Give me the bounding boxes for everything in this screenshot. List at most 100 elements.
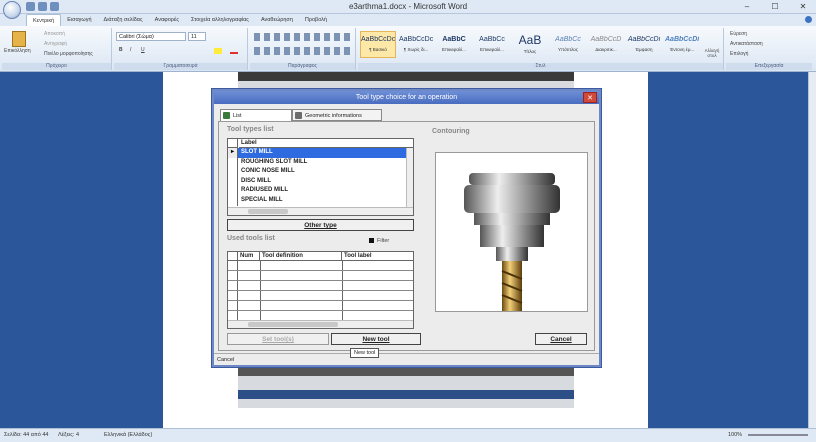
group-label: Παράγραφος [250, 63, 355, 70]
bold-button[interactable]: B [119, 47, 123, 53]
embedded-strip [238, 72, 574, 81]
tab-list[interactable]: List [220, 109, 292, 121]
style-sample: AaB [518, 33, 542, 47]
tool-definition-header: Tool definition [260, 252, 342, 261]
holder-flange [464, 185, 560, 213]
style-title[interactable]: AaB Τίτλος [512, 31, 548, 58]
filter-checkbox[interactable] [369, 238, 374, 243]
cell-divider [342, 261, 343, 270]
window-title: e3arthma1.docx - Microsoft Word [348, 2, 468, 11]
copy-button[interactable]: Αντιγραφή [44, 41, 67, 47]
style-normal[interactable]: AaBbCcDc ¶ Βασικό [360, 31, 396, 58]
tab-insert[interactable]: Εισαγωγή [61, 14, 97, 26]
tab-mailings[interactable]: Στοιχεία αλληλογραφίας [185, 14, 255, 26]
style-name: Επικεφαλί... [442, 47, 466, 52]
style-sample: AaBbCcD [590, 36, 622, 43]
scroll-thumb[interactable] [248, 209, 288, 214]
used-tool-row[interactable] [228, 261, 413, 271]
list-buttons[interactable] [254, 33, 350, 41]
style-intense-emphasis[interactable]: AaBbCcDi Έντονη έμ... [664, 31, 700, 58]
word-count[interactable]: Λέξεις: 4 [58, 432, 79, 438]
font-name-select[interactable]: Calibri (Σώμα) [116, 32, 186, 41]
dialog-status-bar: Cancel [214, 353, 599, 365]
tool-types-vscroll[interactable] [406, 148, 413, 207]
paste-icon[interactable] [12, 31, 26, 47]
tool-type-row[interactable]: RADIUSED MILL [228, 186, 406, 196]
font-color-icon[interactable] [230, 48, 238, 54]
tab-home[interactable]: Κεντρική [26, 14, 62, 26]
tab-review[interactable]: Αναθεώρηση [255, 14, 299, 26]
row-marker: ▸ [228, 148, 238, 158]
format-painter-button[interactable]: Πινέλο μορφοποίησης [44, 51, 93, 57]
style-subtle-emphasis[interactable]: AaBbCcD Διακριτικ... [588, 31, 624, 58]
tool-type-dialog: Tool type choice for an operation ✕ List… [212, 89, 601, 367]
style-sample: AaBbC [442, 36, 466, 43]
row-marker [228, 261, 238, 270]
italic-button[interactable]: I [130, 47, 131, 53]
help-icon[interactable] [805, 16, 812, 23]
preview-title: Contouring [432, 128, 470, 135]
ribbon: Επικόλληση Αποκοπή Αντιγραφή Πινέλο μορφ… [0, 26, 816, 72]
select-button[interactable]: Επιλογή [730, 51, 748, 57]
minimize-button[interactable]: – [738, 1, 756, 12]
zoom-slider[interactable] [748, 434, 808, 436]
tool-type-row[interactable]: SPECIAL MILL [228, 196, 406, 206]
style-heading-1[interactable]: AaBbC Επικεφαλί... [436, 31, 472, 58]
style-subtitle[interactable]: AaBbCc Υπότιτλος [550, 31, 586, 58]
cut-button[interactable]: Αποκοπή [44, 31, 65, 37]
cell-divider [260, 261, 261, 270]
other-type-button[interactable]: Other type [227, 219, 414, 231]
page-count[interactable]: Σελίδα: 44 από 44 [4, 432, 48, 438]
tool-type-row[interactable]: CONIC NOSE MILL [228, 167, 406, 177]
language[interactable]: Ελληνικά (Ελλάδος) [104, 432, 152, 438]
paste-button[interactable]: Επικόλληση [4, 48, 31, 54]
zoom-level[interactable]: 100% [728, 432, 742, 438]
font-size-select[interactable]: 11 [188, 32, 206, 41]
close-button[interactable]: ✕ [794, 1, 812, 12]
highlight-icon[interactable] [214, 48, 222, 54]
underline-button[interactable]: U [141, 47, 145, 53]
style-name: ¶ Βασικό [369, 47, 387, 52]
tab-page-layout[interactable]: Διάταξη σελίδας [98, 14, 149, 26]
group-label: Πρόχειρο [2, 63, 111, 70]
tool-type-row[interactable]: DISC MILL [228, 176, 406, 187]
tool-type-row[interactable]: ROUGHING SLOT MILL [228, 157, 406, 168]
cell-divider [260, 311, 261, 320]
used-tool-row[interactable] [228, 271, 413, 281]
replace-button[interactable]: Αντικατάσταση [730, 41, 763, 47]
used-tool-row[interactable] [228, 281, 413, 291]
tool-type-label: SPECIAL MILL [241, 197, 283, 203]
tab-geometric-informations[interactable]: Geometric informations [292, 109, 382, 121]
style-name: Έντονη έμ... [669, 47, 695, 52]
style-sample: AaBbCcDc [361, 36, 395, 43]
used-tools-hscroll[interactable] [228, 320, 413, 328]
row-marker [228, 271, 238, 280]
vertical-scrollbar[interactable] [808, 72, 816, 428]
style-heading-2[interactable]: AaBbCc Επικεφαλί... [474, 31, 510, 58]
tab-references[interactable]: Αναφορές [149, 14, 185, 26]
style-sample: AaBbCcDi [665, 36, 699, 43]
change-styles-button[interactable]: Αλλαγή στυλ [701, 48, 723, 58]
maximize-button[interactable]: ☐ [766, 1, 784, 12]
tool-types-hscroll[interactable] [228, 207, 413, 215]
used-tool-row[interactable] [228, 291, 413, 301]
style-name: Έμφαση [635, 47, 653, 52]
style-no-spacing[interactable]: AaBbCcDc ¶ Χωρίς δι... [398, 31, 434, 58]
tool-type-label: CONIC NOSE MILL [241, 168, 295, 175]
office-button[interactable] [3, 1, 21, 19]
cancel-button[interactable]: Cancel [535, 333, 587, 345]
tool-type-row[interactable]: ▸ SLOT MILL [228, 148, 406, 158]
dialog-close-button[interactable]: ✕ [583, 92, 597, 103]
find-button[interactable]: Εύρεση [730, 31, 747, 37]
tool-type-label: SLOT MILL [241, 149, 273, 155]
set-tools-button[interactable]: Set tool(s) [227, 333, 329, 345]
used-tools-title: Used tools list [227, 235, 275, 242]
tab-view[interactable]: Προβολή [299, 14, 333, 26]
style-emphasis[interactable]: AaBbCcDi Έμφαση [626, 31, 662, 58]
align-buttons[interactable] [254, 47, 350, 55]
used-tool-row[interactable] [228, 301, 413, 311]
row-marker [228, 291, 238, 300]
scroll-thumb[interactable] [248, 322, 338, 327]
tool-illustration [464, 173, 560, 311]
new-tool-button[interactable]: New tool [331, 333, 421, 345]
